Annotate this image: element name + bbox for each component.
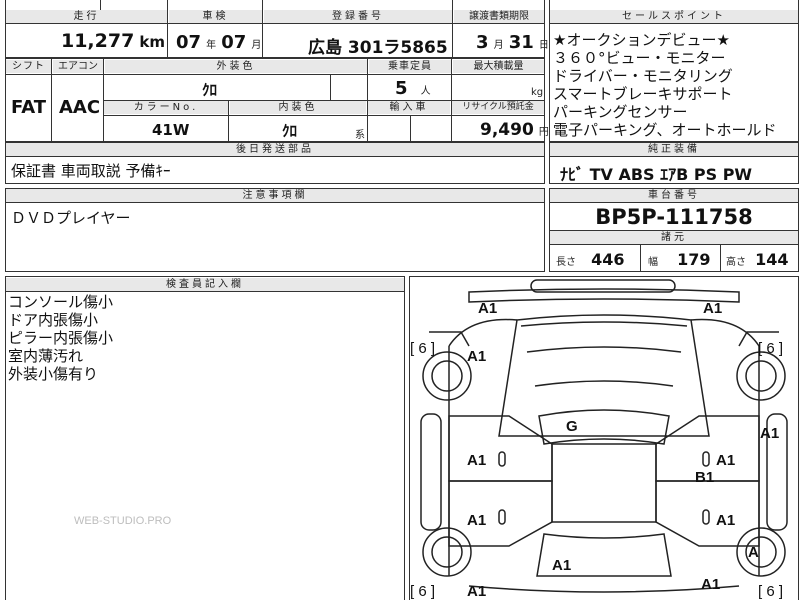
genuine-equipment-value: ﾅﾋﾞ TV ABS ｴｱB PS PW — [560, 165, 753, 184]
inspector-note-line: 室内薄汚れ — [8, 347, 84, 365]
aircon-label: エアコン — [53, 60, 103, 73]
inspector-title: 検査員記入欄 — [6, 278, 404, 291]
tread-depth: [ 6 ] — [410, 340, 436, 357]
damage-mark: B1 — [695, 469, 715, 486]
damage-mark: A1 — [552, 557, 572, 574]
aircon-value: AAC — [59, 97, 101, 118]
color-no-label: カラーNo. — [104, 101, 228, 114]
dimensions-title: 諸元 — [550, 231, 798, 244]
shift-label: シフト — [6, 60, 51, 73]
exterior-color-value: ｸﾛ — [202, 81, 218, 99]
transfer-deadline: 3 月 31 日 — [476, 32, 549, 53]
damage-mark: A1 — [467, 512, 487, 529]
mileage-label: 走行 — [6, 10, 167, 23]
damage-mark: A1 — [760, 425, 780, 442]
notes-title: 注意事項欄 — [6, 189, 544, 202]
later-parts-value: 保証書 車両取説 予備ｷｰ — [11, 162, 171, 180]
max-load-unit: kg — [531, 87, 544, 98]
registration-number: 広島 301ラ5865 — [308, 38, 448, 58]
mileage-value: 11,277 km — [60, 30, 165, 52]
shift-value: FAT — [11, 97, 47, 118]
damage-mark: A1 — [701, 576, 721, 593]
inspector-note-line: ドア内張傷小 — [8, 311, 99, 329]
dimension-width: 幅 179 — [648, 250, 711, 269]
transfer-deadline-label: 譲渡書類期限 — [454, 10, 544, 23]
tread-depth: [ 6 ] — [758, 583, 784, 600]
later-parts-title: 後日発送部品 — [6, 143, 544, 156]
interior-color-label: 内装色 — [230, 101, 366, 114]
chassis-number: BP5P-111758 — [595, 205, 753, 229]
interior-color-value: ｸﾛ — [282, 122, 298, 140]
inspection-date: 07 年 07 月 — [176, 32, 262, 53]
sales-points-list: ★オークションデビュー★ ３６０°ビュー・モニター ドライバー・モニタリング ス… — [553, 31, 777, 139]
recycle-label: リサイクル預託金 — [452, 101, 544, 114]
color-no-value: 41W — [152, 121, 190, 139]
capacity-label: 乗車定員 — [369, 60, 451, 73]
sales-point-line: 電子パーキング、オートホールド — [553, 121, 777, 139]
notes-value: ＤＶＤプレイヤー — [11, 209, 131, 227]
watermark: WEB-STUDIO.PRO — [74, 515, 172, 527]
max-load-label: 最大積載量 — [453, 60, 544, 73]
capacity-value: 5 人 — [395, 78, 431, 99]
sales-point-line: ★オークションデビュー★ — [553, 31, 730, 49]
damage-mark: A1 — [478, 300, 498, 317]
dimension-height: 高さ 144 — [726, 250, 789, 269]
tread-depth: [ 6 ] — [410, 583, 436, 600]
inspector-notes: コンソール傷小 ドア内張傷小 ピラー内張傷小 室内薄汚れ 外装小傷有り — [8, 293, 113, 383]
damage-mark: A1 — [716, 452, 736, 469]
damage-mark: A1 — [467, 348, 487, 365]
car-diagram — [420, 279, 788, 593]
exterior-color-label: 外装色 — [105, 60, 367, 73]
sales-point-line: ドライバー・モニタリング — [553, 67, 733, 85]
tread-depth: [ 6 ] — [758, 340, 784, 357]
damage-mark: G — [566, 418, 578, 435]
sales-point-line: パーキングセンサー — [553, 103, 688, 121]
interior-color-unit: 系 — [355, 130, 365, 141]
damage-mark: A1 — [703, 300, 723, 317]
import-label: 輸入車 — [368, 101, 450, 114]
registration-label: 登録番号 — [264, 10, 452, 23]
genuine-equipment-title: 純正装備 — [550, 143, 798, 156]
damage-mark: A1 — [716, 512, 736, 529]
dimension-length: 長さ 446 — [556, 250, 625, 269]
inspector-note-line: 外装小傷有り — [8, 365, 99, 383]
sales-points-title: セールスポイント — [550, 10, 798, 23]
sales-point-line: ３６０°ビュー・モニター — [553, 49, 726, 67]
chassis-title: 車台番号 — [550, 189, 798, 202]
recycle-value: 9,490 円 — [480, 120, 549, 140]
damage-mark: A — [748, 544, 759, 561]
inspector-note-line: コンソール傷小 — [8, 293, 114, 311]
damage-mark: A1 — [467, 583, 487, 600]
inspector-note-line: ピラー内張傷小 — [8, 329, 114, 347]
sales-point-line: スマートブレーキサポート — [553, 85, 733, 103]
inspection-label: 車検 — [169, 10, 262, 23]
damage-mark: A1 — [467, 452, 487, 469]
